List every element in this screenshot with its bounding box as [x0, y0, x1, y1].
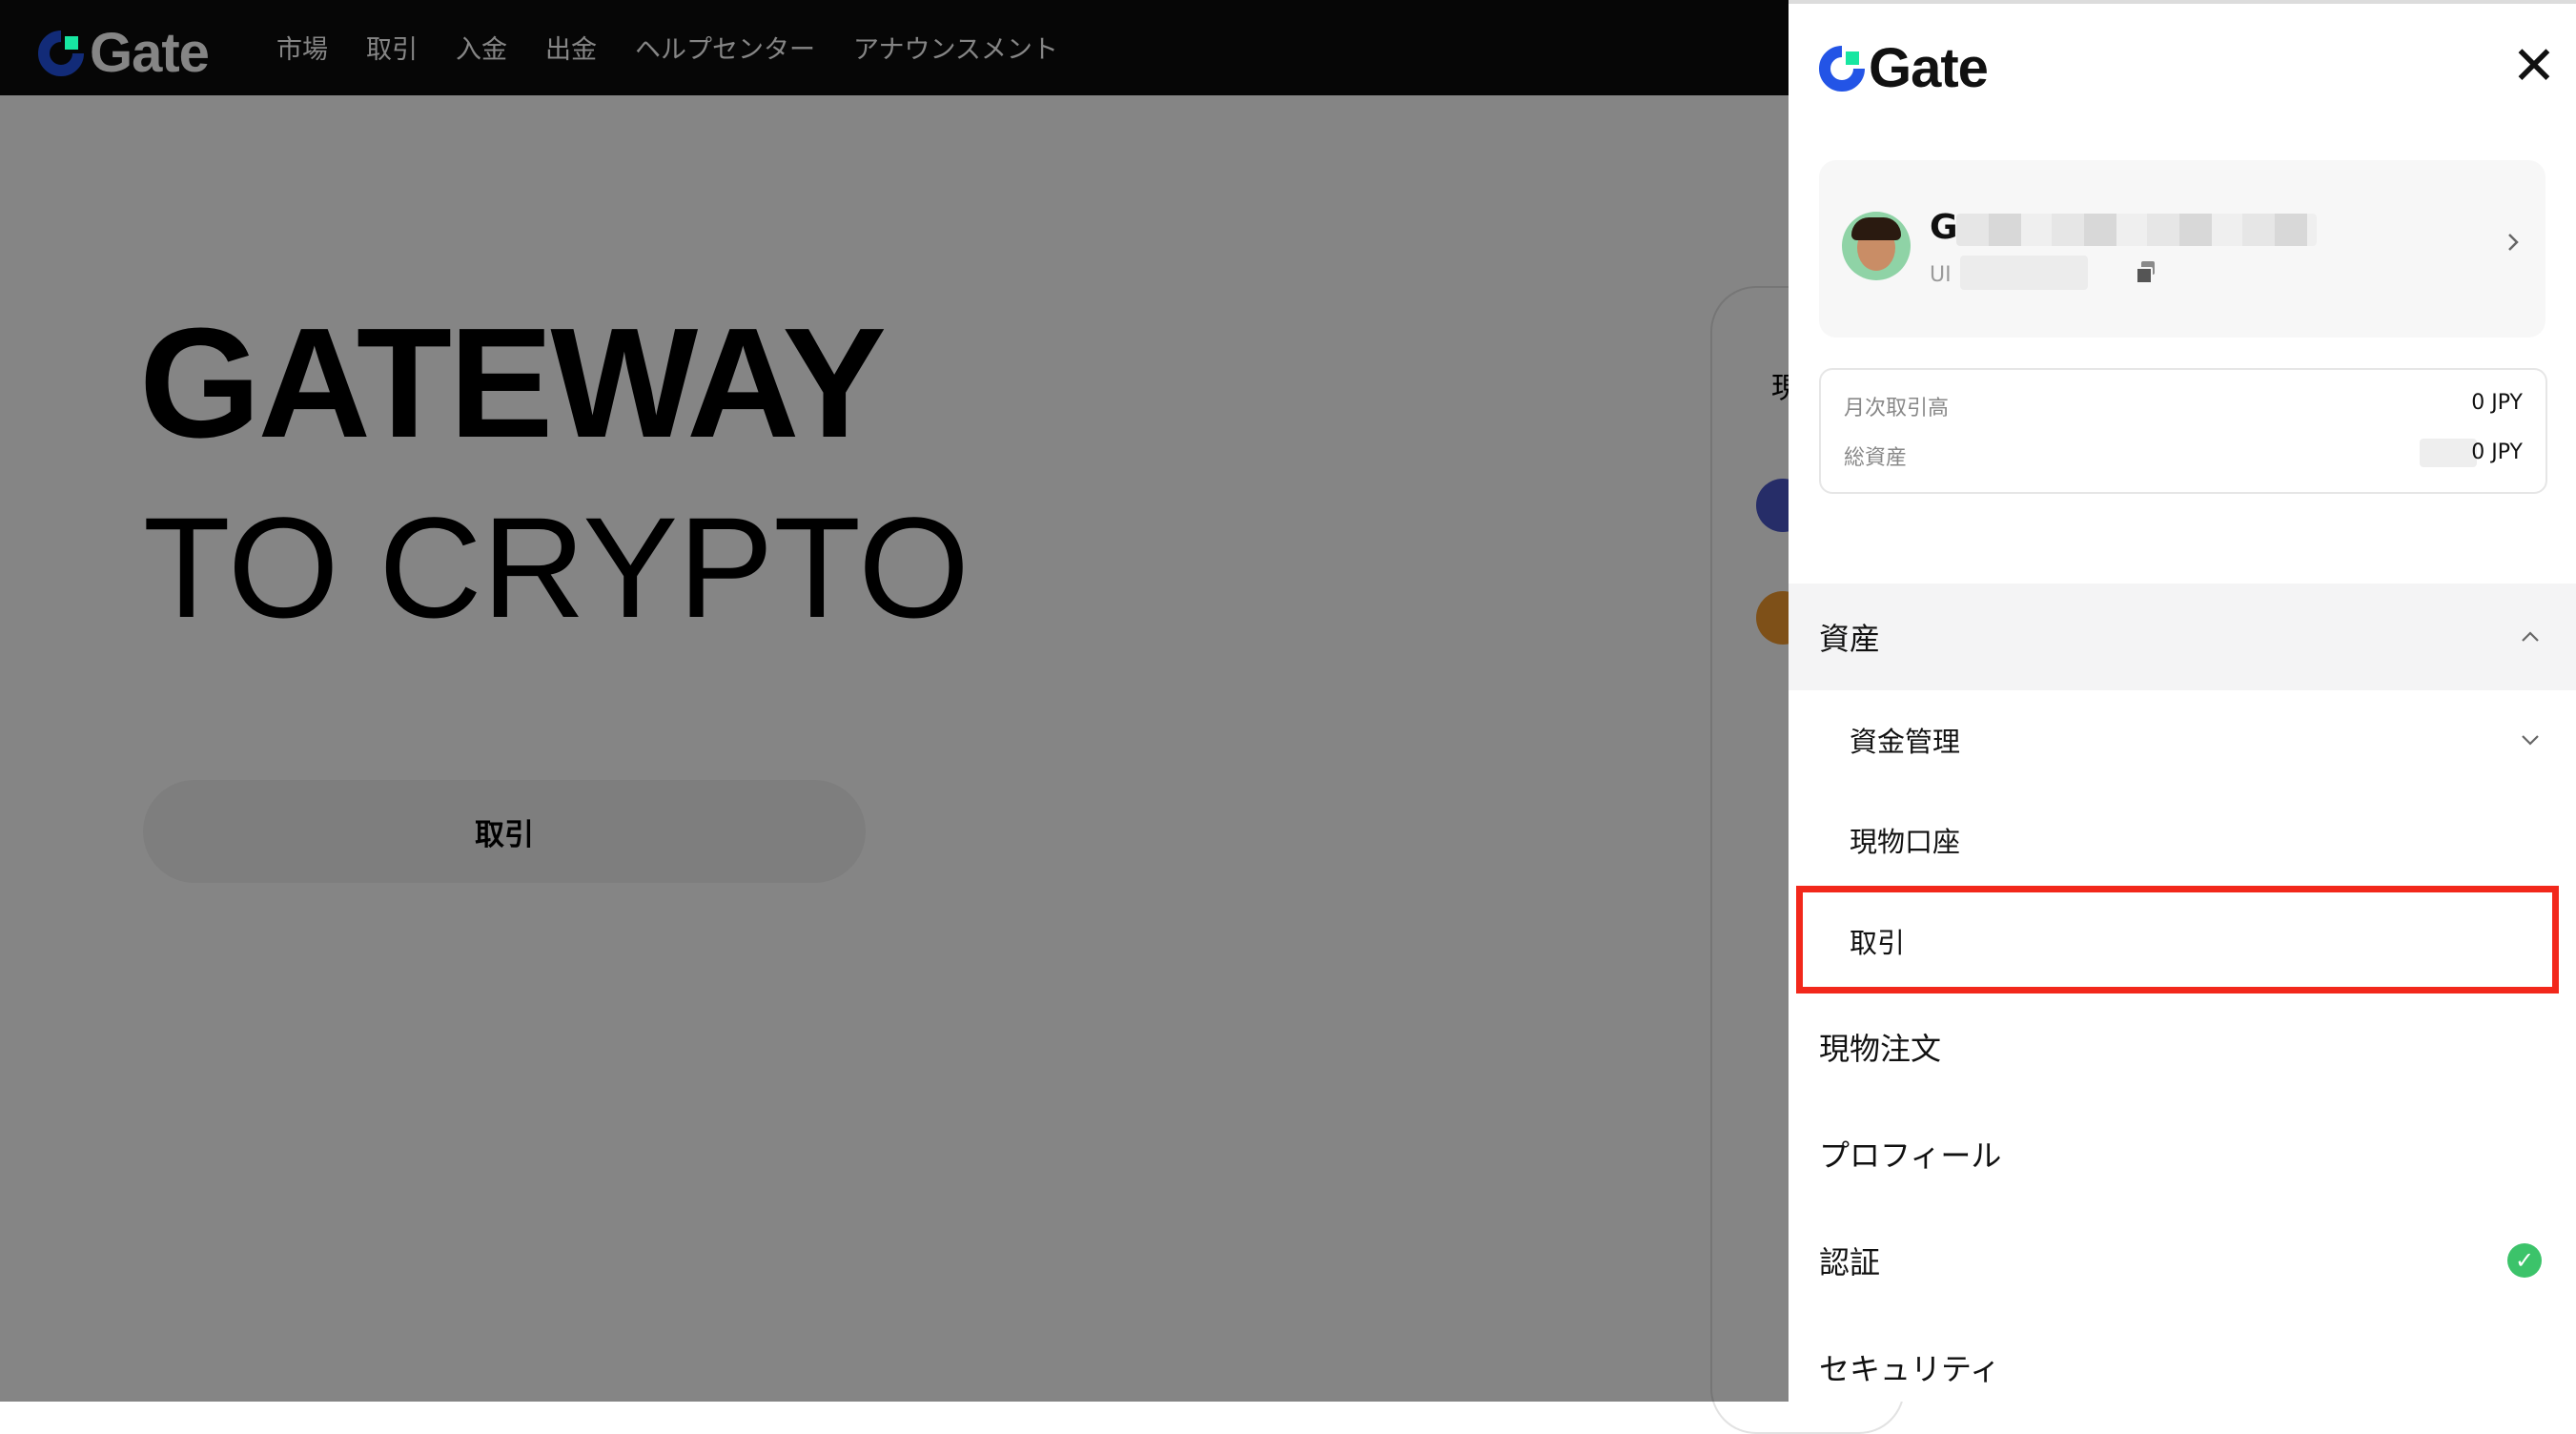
chevron-down-icon	[2522, 735, 2539, 746]
redacted-assets	[2420, 439, 2477, 467]
redacted-username	[1956, 214, 2317, 246]
account-drawer: Gate ✕ G UI 月次取引高 0 JPY 総資産 0 JPY 資産 資金管…	[1789, 0, 2576, 1402]
menu-item-funds-management[interactable]: 資金管理	[1789, 690, 2576, 789]
menu-assets-label: 資産	[1819, 621, 1881, 657]
avatar	[1842, 212, 1911, 280]
verified-check-icon: ✓	[2507, 1243, 2542, 1278]
user-name: G	[1930, 208, 1958, 247]
total-assets-value: 0 JPY	[2471, 440, 2523, 464]
menu-item-security[interactable]: セキュリティ	[1789, 1314, 2576, 1402]
menu-item-spot-account[interactable]: 現物口座	[1789, 789, 2576, 891]
total-assets-label: 総資産	[1844, 446, 1908, 470]
menu-verification-label: 認証	[1819, 1244, 1881, 1280]
menu-item-profile[interactable]: プロフィール	[1789, 1100, 2576, 1207]
monthly-volume-label: 月次取引高	[1844, 397, 1950, 420]
monthly-volume-value: 0 JPY	[2471, 391, 2523, 415]
copy-icon[interactable]	[2136, 261, 2157, 284]
menu-section-assets[interactable]: 資産	[1789, 584, 2576, 690]
user-profile-card[interactable]: G UI	[1819, 160, 2545, 338]
uid-label: UI	[1930, 263, 1952, 287]
menu-security-label: セキュリティ	[1819, 1351, 2001, 1387]
drawer-gate-logo: Gate	[1819, 36, 1989, 100]
menu-spot-orders-label: 現物注文	[1819, 1031, 1942, 1067]
chevron-up-icon	[2522, 631, 2539, 642]
drawer-logo-text: Gate	[1869, 37, 1989, 99]
menu-item-spot-orders[interactable]: 現物注文	[1789, 994, 2576, 1100]
close-icon[interactable]: ✕	[2505, 38, 2563, 95]
menu-funds-management-label: 資金管理	[1850, 726, 1961, 758]
annotation-highlight-box	[1796, 886, 2559, 994]
menu-spot-account-label: 現物口座	[1850, 826, 1961, 858]
chevron-right-icon	[2508, 234, 2519, 251]
redacted-uid	[1960, 256, 2088, 290]
menu-profile-label: プロフィール	[1819, 1137, 2002, 1174]
account-stats-box: 月次取引高 0 JPY 総資産 0 JPY	[1819, 368, 2547, 494]
drawer-top-border	[1789, 0, 2576, 4]
menu-item-verification[interactable]: 認証 ✓	[1789, 1207, 2576, 1314]
gate-logo-mark-icon	[1819, 45, 1865, 92]
modal-overlay[interactable]	[0, 0, 1789, 1402]
